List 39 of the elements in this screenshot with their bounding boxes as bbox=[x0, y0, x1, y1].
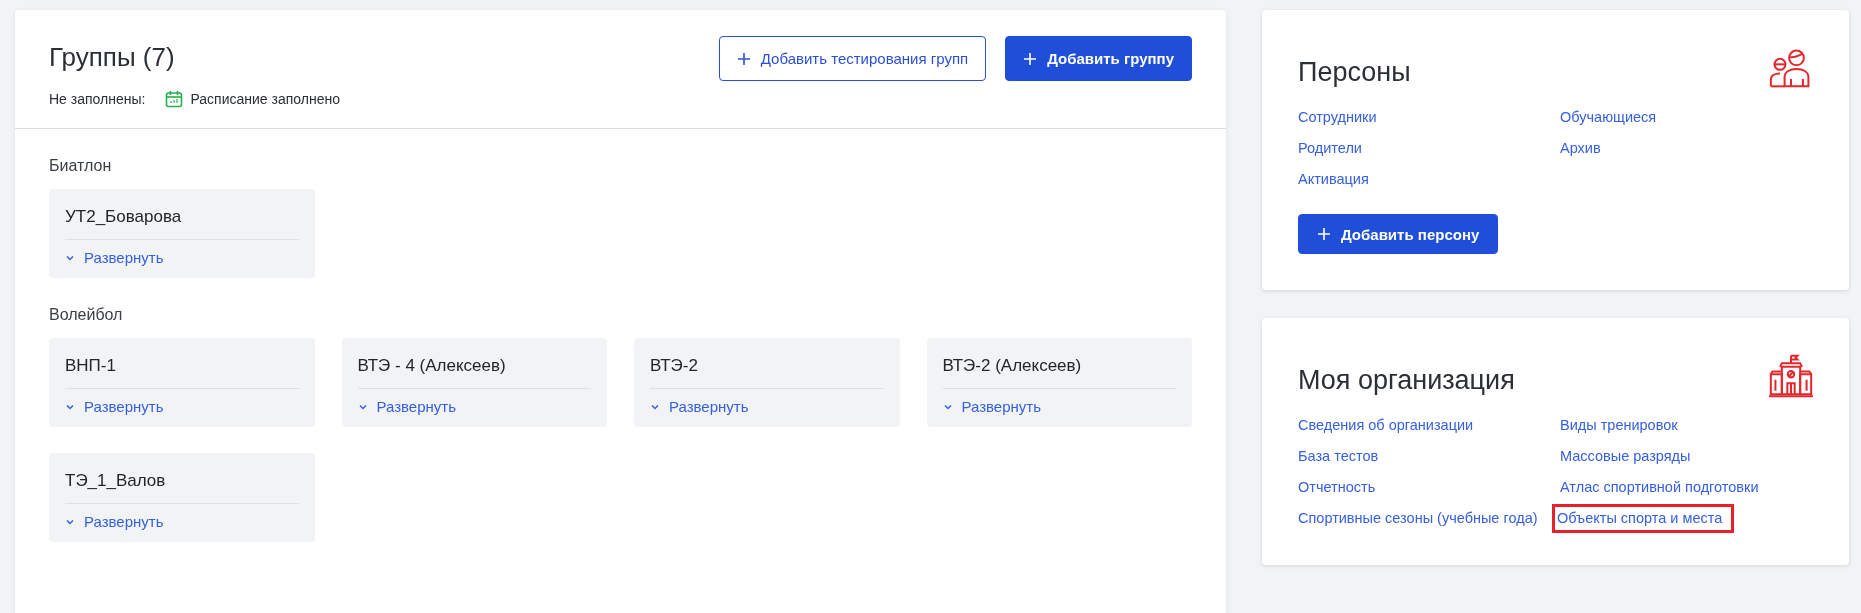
missing-label: Не заполнены: bbox=[49, 91, 146, 107]
plus-icon bbox=[1023, 51, 1038, 66]
calendar-icon bbox=[165, 90, 184, 108]
nav-link[interactable]: Родители bbox=[1298, 138, 1362, 159]
add-button[interactable]: Добавить группу bbox=[1005, 36, 1192, 81]
nav-link[interactable]: База тестов bbox=[1298, 446, 1379, 467]
nav-link[interactable]: Активация bbox=[1298, 169, 1369, 190]
nav-link[interactable]: Спортивные сезоны (учебные года) bbox=[1298, 508, 1538, 529]
nav-link[interactable]: Обучающиеся bbox=[1560, 107, 1657, 128]
group-name: ВТЭ - 4 (Алексеев) bbox=[357, 356, 591, 389]
nav-link[interactable]: Сведения об организации bbox=[1298, 415, 1474, 436]
section-title: Волейбол bbox=[49, 306, 124, 324]
expand-link[interactable]: Развернуть bbox=[65, 513, 164, 530]
add-button[interactable]: Добавить тестирования групп bbox=[718, 36, 987, 81]
add-person-button[interactable]: Добавить персону bbox=[1298, 214, 1499, 254]
card-title: Моя организация bbox=[1298, 364, 1515, 396]
group-name: ВНП-1 bbox=[65, 356, 299, 389]
section-title: Биатлон bbox=[49, 157, 113, 175]
nav-link[interactable]: Сотрудники bbox=[1298, 107, 1377, 128]
group-name: ТЭ_1_Валов bbox=[65, 471, 299, 504]
plus-icon bbox=[736, 51, 751, 66]
nav-link[interactable]: Атлас спортивной подготовки bbox=[1560, 477, 1759, 498]
expand-link[interactable]: Развернуть bbox=[942, 398, 1041, 415]
group-name: ВТЭ-2 bbox=[650, 356, 884, 389]
plus-icon bbox=[1317, 227, 1331, 241]
missing-item: Расписание заполнено bbox=[190, 91, 340, 107]
panel-title: Группы (7) bbox=[49, 42, 175, 73]
expand-link[interactable]: Развернуть bbox=[357, 398, 456, 415]
expand-link[interactable]: Развернуть bbox=[65, 398, 164, 415]
nav-link[interactable]: Отчетность bbox=[1298, 477, 1376, 498]
nav-link[interactable]: Массовые разряды bbox=[1560, 446, 1691, 467]
nav-link[interactable]: Архив bbox=[1560, 138, 1601, 159]
building-icon bbox=[1769, 354, 1813, 398]
expand-link[interactable]: Развернуть bbox=[65, 249, 164, 266]
expand-link[interactable]: Развернуть bbox=[650, 398, 749, 415]
nav-link[interactable]: Виды тренировок bbox=[1560, 415, 1678, 436]
card-title: Персоны bbox=[1298, 56, 1411, 88]
group-name: ВТЭ-2 (Алексеев) bbox=[942, 356, 1176, 389]
group-name: УТ2_Боварова bbox=[65, 207, 299, 240]
